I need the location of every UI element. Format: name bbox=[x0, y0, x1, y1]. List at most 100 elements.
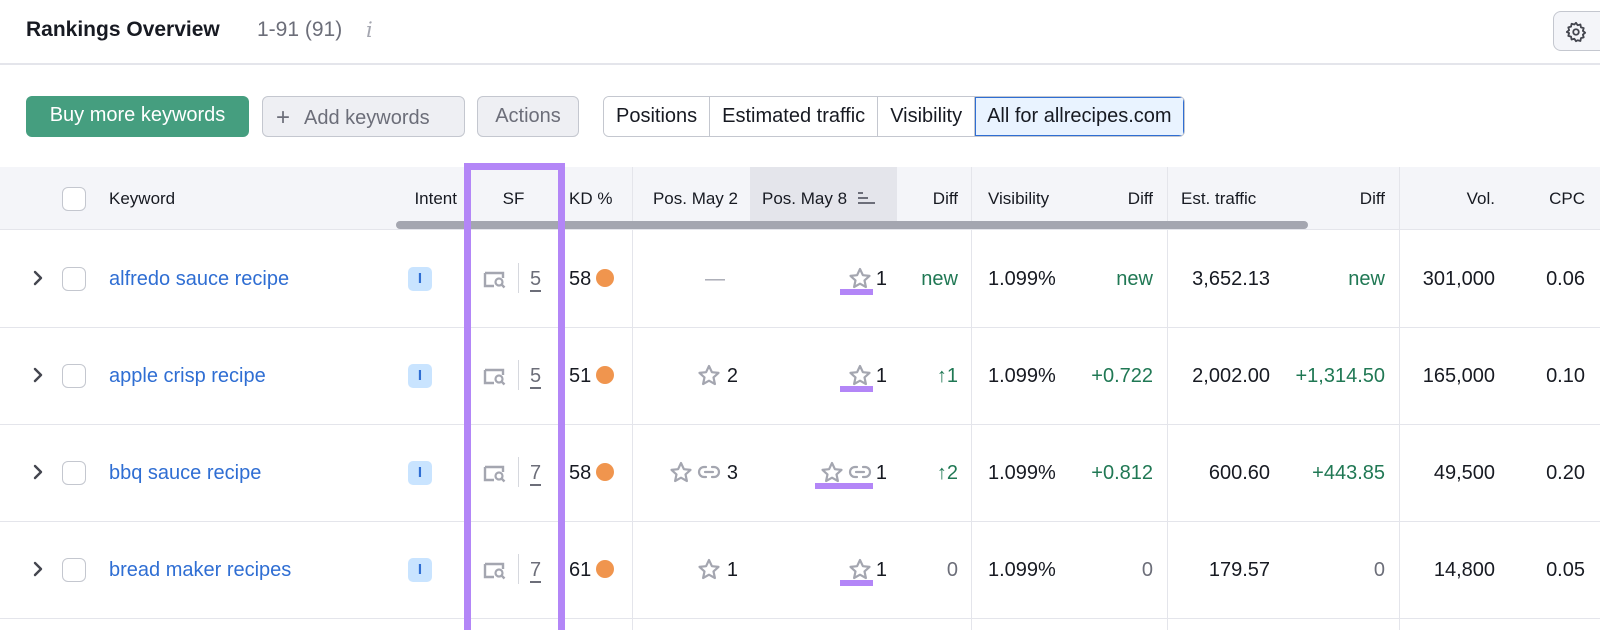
table-row: alfredo sauce recipe I 5 58 — 1 new 1.09… bbox=[0, 230, 1600, 328]
featured-snippet-star-icon bbox=[698, 558, 720, 579]
traffic-diff: +1,314.50 bbox=[1295, 365, 1385, 387]
plus-icon: + bbox=[276, 104, 291, 131]
pos-may-8: 1 bbox=[750, 424, 887, 522]
row-checkbox[interactable] bbox=[62, 558, 86, 582]
est-traffic-value: 600.60 bbox=[1208, 462, 1270, 484]
page-title: Rankings Overview bbox=[26, 18, 220, 41]
link-icon bbox=[848, 465, 871, 478]
cpc-value: 0.05 bbox=[1546, 559, 1585, 581]
keyword-link[interactable]: bread maker recipes bbox=[109, 521, 291, 619]
expand-chevron-icon[interactable] bbox=[31, 364, 45, 386]
traffic-diff: new bbox=[1348, 268, 1385, 290]
pos-may-8: 1 bbox=[750, 521, 887, 619]
pos-may-8: 1 bbox=[750, 327, 887, 425]
position-diff: 0 bbox=[946, 559, 958, 581]
visibility-value: 1.099% bbox=[988, 365, 1056, 387]
kd-difficulty-dot bbox=[596, 559, 615, 578]
table-row: bbq sauce recipe I 7 58 3 1 ↑2 1.099% +0… bbox=[0, 424, 1600, 522]
col-cpc[interactable]: CPC bbox=[1540, 167, 1585, 230]
intent-badge[interactable]: I bbox=[408, 364, 432, 388]
traffic-diff: +443.85 bbox=[1312, 462, 1385, 484]
volume-value: 49,500 bbox=[1433, 462, 1495, 484]
result-range: 1-91 (91) bbox=[257, 18, 343, 41]
tab-positions[interactable]: Positions bbox=[604, 97, 711, 136]
cpc-value: 0.20 bbox=[1546, 462, 1585, 484]
pos-may-2: 1 bbox=[632, 521, 738, 619]
visibility-diff: 0 bbox=[1141, 559, 1153, 581]
tab-all-for-domain[interactable]: All for allrecipes.com bbox=[975, 97, 1184, 136]
col-volume[interactable]: Vol. bbox=[1450, 167, 1495, 230]
expand-chevron-icon[interactable] bbox=[31, 267, 45, 289]
traffic-diff: 0 bbox=[1373, 559, 1385, 581]
row-checkbox[interactable] bbox=[62, 364, 86, 388]
visibility-diff: +0.722 bbox=[1091, 365, 1153, 387]
intent-badge[interactable]: I bbox=[408, 558, 432, 582]
pos-may-2: 2 bbox=[632, 327, 738, 425]
featured-snippet-star-icon bbox=[849, 364, 871, 385]
pos-may-8: 1 bbox=[750, 230, 887, 328]
kd-value: 61 bbox=[569, 521, 615, 619]
toolbar: Buy more keywords + Add keywords Actions … bbox=[0, 96, 1600, 138]
visibility-value: 1.099% bbox=[988, 268, 1056, 290]
volume-value: 301,000 bbox=[1422, 268, 1495, 290]
kd-difficulty-dot bbox=[596, 365, 615, 384]
volume-value: 165,000 bbox=[1422, 365, 1495, 387]
link-icon bbox=[697, 465, 720, 478]
visibility-value: 1.099% bbox=[988, 462, 1056, 484]
est-traffic-value: 179.57 bbox=[1208, 559, 1270, 581]
cpc-value: 0.06 bbox=[1546, 268, 1585, 290]
kd-value: 51 bbox=[569, 327, 615, 425]
settings-button[interactable] bbox=[1553, 11, 1600, 51]
featured-snippet-star-icon bbox=[821, 461, 843, 482]
info-icon[interactable]: i bbox=[366, 18, 373, 42]
keyword-link[interactable]: alfredo sauce recipe bbox=[109, 230, 289, 328]
intent-badge[interactable]: I bbox=[408, 267, 432, 291]
volume-value: 14,800 bbox=[1433, 559, 1495, 581]
featured-snippet-star-icon bbox=[670, 461, 692, 482]
col-pos-may-8-label: Pos. May 8 bbox=[762, 189, 848, 208]
buy-more-keywords-button[interactable]: Buy more keywords bbox=[26, 96, 249, 137]
sort-icon bbox=[857, 191, 875, 204]
gear-icon bbox=[1565, 21, 1587, 43]
add-keywords-button[interactable]: + Add keywords bbox=[262, 96, 465, 137]
kd-value: 58 bbox=[569, 230, 615, 328]
select-all-checkbox[interactable] bbox=[62, 187, 86, 211]
featured-snippet-star-icon bbox=[698, 364, 720, 385]
page-header: Rankings Overview 1-91 (91) i bbox=[0, 0, 1600, 65]
kd-difficulty-dot bbox=[596, 268, 615, 287]
pos-may-2: — bbox=[705, 268, 725, 290]
visibility-diff: new bbox=[1116, 268, 1153, 290]
view-segmented-control: Positions Estimated traffic Visibility A… bbox=[603, 96, 1185, 137]
position-highlight-mark bbox=[840, 580, 873, 586]
position-diff: ↑1 bbox=[936, 365, 958, 387]
featured-snippet-star-icon bbox=[849, 267, 871, 288]
visibility-value: 1.099% bbox=[988, 559, 1056, 581]
row-checkbox[interactable] bbox=[62, 461, 86, 485]
position-highlight-mark bbox=[840, 386, 873, 392]
rankings-table: Keyword Intent SF KD % Pos. May 2 Pos. M… bbox=[0, 167, 1600, 630]
col-keyword[interactable]: Keyword bbox=[109, 167, 175, 230]
row-checkbox[interactable] bbox=[62, 267, 86, 291]
featured-snippet-star-icon bbox=[849, 558, 871, 579]
col-traffic-diff[interactable]: Diff bbox=[1330, 167, 1385, 230]
actions-button[interactable]: Actions bbox=[477, 96, 579, 137]
position-diff: ↑2 bbox=[936, 462, 958, 484]
expand-chevron-icon[interactable] bbox=[31, 558, 45, 580]
cpc-value: 0.10 bbox=[1546, 365, 1585, 387]
keyword-link[interactable]: apple crisp recipe bbox=[109, 327, 266, 425]
kd-value: 58 bbox=[569, 424, 615, 522]
table-row: apple crisp recipe I 5 51 2 1 ↑1 1.099% … bbox=[0, 327, 1600, 425]
sf-column-highlight bbox=[464, 163, 565, 630]
est-traffic-value: 3,652.13 bbox=[1192, 268, 1270, 290]
tab-visibility[interactable]: Visibility bbox=[878, 97, 976, 136]
keyword-link[interactable]: bbq sauce recipe bbox=[109, 424, 261, 522]
tab-estimated-traffic[interactable]: Estimated traffic bbox=[710, 97, 879, 136]
pos-may-2: 3 bbox=[632, 424, 738, 522]
expand-chevron-icon[interactable] bbox=[31, 461, 45, 483]
intent-badge[interactable]: I bbox=[408, 461, 432, 485]
visibility-diff: +0.812 bbox=[1091, 462, 1153, 484]
position-diff: new bbox=[921, 268, 958, 290]
est-traffic-value: 2,002.00 bbox=[1192, 365, 1270, 387]
position-highlight-mark bbox=[840, 289, 873, 295]
position-highlight-mark bbox=[815, 483, 873, 489]
